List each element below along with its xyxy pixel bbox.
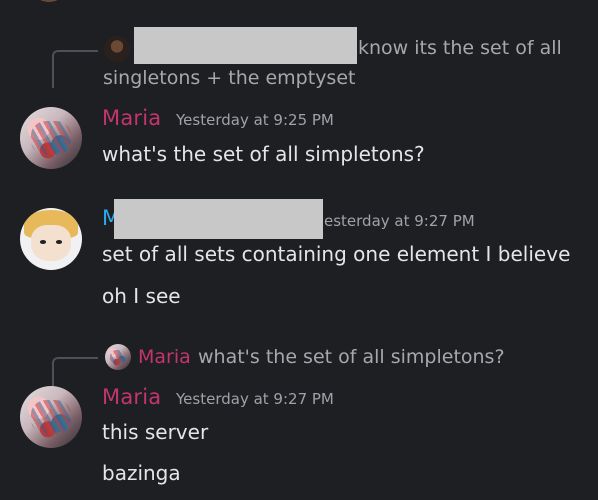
message-text: set of all sets containing one element I… xyxy=(102,242,571,266)
message-text: bazinga xyxy=(102,461,181,485)
author-name[interactable]: Maria xyxy=(102,106,161,130)
avatar-partial-top xyxy=(34,0,64,2)
redacted-author-name xyxy=(114,199,323,239)
redacted-name xyxy=(134,27,357,64)
reply-author-avatar[interactable] xyxy=(105,344,131,370)
reply-text-1[interactable]: know its the set of all xyxy=(358,37,562,59)
avatar-maria[interactable] xyxy=(20,107,82,169)
avatar-blue-user[interactable] xyxy=(20,208,82,270)
message-text: oh I see xyxy=(102,284,181,308)
reply-author-name[interactable]: Maria xyxy=(138,346,191,368)
reply-text-2[interactable]: what's the set of all simpletons? xyxy=(198,346,505,368)
message-text: this server xyxy=(102,420,209,444)
reply-text-1-line2[interactable]: singletons + the emptyset xyxy=(103,67,355,89)
reply-connector-2 xyxy=(52,357,98,389)
message-timestamp: esterday at 9:27 PM xyxy=(324,212,475,230)
reply-connector-1 xyxy=(52,50,98,88)
message-timestamp: Yesterday at 9:27 PM xyxy=(176,390,334,408)
avatar-maria[interactable] xyxy=(20,386,82,448)
message-timestamp: Yesterday at 9:25 PM xyxy=(176,111,334,129)
author-name[interactable]: Maria xyxy=(102,385,161,409)
message-text: what's the set of all simpletons? xyxy=(102,142,425,166)
reply-author-avatar[interactable] xyxy=(104,36,130,62)
